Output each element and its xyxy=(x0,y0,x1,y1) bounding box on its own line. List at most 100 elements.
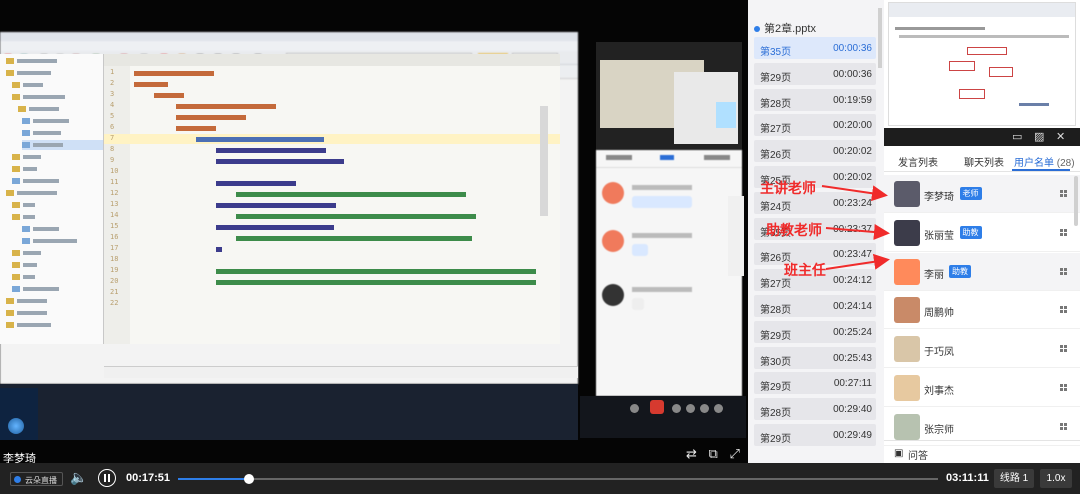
desktop-taskbar xyxy=(0,388,38,440)
avatar xyxy=(894,413,920,440)
user-list-scrollbar[interactable] xyxy=(1074,176,1078,226)
slide-time: 00:23:24 xyxy=(833,197,872,209)
ide-scrollbar xyxy=(540,106,548,216)
slide-item[interactable]: 第29页 00:25:24 xyxy=(754,320,876,343)
slide-item[interactable]: 第29页 00:00:36 xyxy=(754,62,876,85)
video-stream[interactable]: 1 2 3 4 5 6 7 8 9 10 11 12 13 14 15 16 1… xyxy=(0,0,748,463)
user-row[interactable]: 李丽 助教 xyxy=(884,252,1080,291)
speaker-name: 李梦琦 xyxy=(3,453,36,463)
user-row[interactable]: 于巧凤 xyxy=(884,330,1080,369)
pause-button[interactable] xyxy=(98,469,116,487)
slide-time: 00:29:49 xyxy=(833,430,872,441)
ide-code-editor: 1 2 3 4 5 6 7 8 9 10 11 12 13 14 15 16 1… xyxy=(104,54,560,344)
avatar xyxy=(894,375,920,401)
user-row[interactable]: 周鹏帅 xyxy=(884,291,1080,330)
embedded-side-handle xyxy=(728,196,744,276)
slide-time: 00:24:12 xyxy=(833,275,872,287)
route-button[interactable]: 线路 1 xyxy=(994,469,1034,488)
user-name: 李丽 xyxy=(924,269,944,281)
user-name: 李梦琦 xyxy=(924,192,954,203)
slide-time: 00:25:24 xyxy=(833,326,872,338)
user-name: 刘事杰 xyxy=(924,386,954,397)
qa-section[interactable]: ▣ 问答 xyxy=(884,440,1080,463)
user-row[interactable]: 刘事杰 xyxy=(884,369,1080,407)
live-badge[interactable]: 云朵直播 xyxy=(10,472,63,486)
slide-time: 00:23:37 xyxy=(833,223,872,235)
slide-page: 第26页 xyxy=(760,150,792,162)
embedded-screen xyxy=(596,42,742,150)
image-icon[interactable]: ▨ xyxy=(1034,130,1044,143)
desktop-background xyxy=(0,384,578,440)
ide-titlebar xyxy=(0,32,578,41)
qa-icon: ▣ xyxy=(894,448,904,459)
progress-track[interactable] xyxy=(178,474,938,484)
slide-page: 第27页 xyxy=(760,124,792,136)
slide-item[interactable]: 第28页 00:29:40 xyxy=(754,398,876,421)
ide-menubar xyxy=(0,41,578,51)
avatar xyxy=(894,258,920,285)
slide-item[interactable]: 第29页 00:27:11 xyxy=(754,372,876,395)
slide-item[interactable]: 第30页 00:25:43 xyxy=(754,346,876,369)
speed-button[interactable]: 1.0x xyxy=(1040,469,1072,488)
slide-time: 00:27:11 xyxy=(833,378,872,390)
user-row[interactable]: 李梦琦 老师 xyxy=(884,175,1080,213)
panel-tabs: 发言列表 聊天列表 用户名单 (28) xyxy=(884,146,1080,172)
tab-user-list-label: 用户名单 xyxy=(1014,158,1054,169)
slide-item[interactable]: 第35页 00:00:36 xyxy=(754,37,876,59)
ide-project-tree xyxy=(0,54,104,344)
fullscreen-icon[interactable]: ⤢ xyxy=(729,446,739,462)
volume-icon[interactable]: 🔈 xyxy=(70,469,87,486)
slide-page: 第29页 xyxy=(760,434,792,445)
slide-item[interactable]: 第29页 00:29:49 xyxy=(754,424,876,446)
user-count: (28) xyxy=(1056,158,1075,169)
close-icon[interactable]: ✕ xyxy=(1056,130,1065,143)
slide-time: 00:20:02 xyxy=(833,172,872,183)
progress-knob[interactable] xyxy=(243,474,254,484)
slide-page: 第29页 xyxy=(760,382,792,394)
slide-time: 00:20:02 xyxy=(833,146,872,158)
player-controls: 云朵直播 🔈 00:17:51 03:11:11 线路 1 1.0x xyxy=(0,463,1080,494)
avatar xyxy=(894,219,920,246)
qa-label: 问答 xyxy=(908,451,928,462)
popout-icon[interactable]: ⧉ xyxy=(709,446,718,462)
slide-list-scrollbar[interactable] xyxy=(878,8,882,68)
slide-time: 00:24:14 xyxy=(833,301,872,312)
right-panel: ▭ ▨ ✕ 发言列表 聊天列表 用户名单 (28) 李梦琦 老师 张丽莹 助教 李丽 助教… xyxy=(884,0,1080,463)
slide-file-header[interactable]: 第2章.pptx xyxy=(754,20,816,36)
slide-item[interactable]: 第27页 00:20:00 xyxy=(754,114,876,137)
slide-page: 第28页 xyxy=(760,408,792,420)
windows-icon xyxy=(1060,190,1067,197)
embedded-chat-window xyxy=(596,150,742,396)
tab-user-list[interactable]: 用户名单 (28) xyxy=(1014,154,1075,169)
slide-time: 00:19:59 xyxy=(833,94,872,106)
slide-time: 00:23:47 xyxy=(833,249,872,261)
slide-time: 00:25:43 xyxy=(833,352,872,364)
slide-item[interactable]: 第26页 00:20:02 xyxy=(754,140,876,163)
switch-layout-icon[interactable]: ⇄ xyxy=(686,446,697,462)
slide-item[interactable]: 第28页 00:24:14 xyxy=(754,295,876,317)
slide-page: 第28页 xyxy=(760,98,792,110)
tab-speech-list[interactable]: 发言列表 xyxy=(898,154,938,169)
windows-icon xyxy=(1060,228,1067,236)
slide-time: 00:20:00 xyxy=(833,120,872,132)
role-badge: 助教 xyxy=(949,264,971,278)
panel-toolbar: ▭ ▨ ✕ xyxy=(884,128,1080,146)
avatar xyxy=(894,181,920,207)
slide-page: 第30页 xyxy=(760,356,792,368)
windows-icon xyxy=(1060,306,1067,314)
current-slide-preview[interactable] xyxy=(888,2,1076,126)
slide-file-name: 第2章.pptx xyxy=(764,23,816,35)
user-row[interactable]: 张丽莹 助教 xyxy=(884,214,1080,252)
slide-page: 第28页 xyxy=(760,305,792,316)
live-dot-icon xyxy=(14,476,21,483)
active-tab-underline xyxy=(1012,169,1070,171)
windows-icon xyxy=(1060,345,1067,353)
window-icon[interactable]: ▭ xyxy=(1012,130,1022,143)
windows-icon xyxy=(1060,422,1067,430)
total-time: 03:11:11 xyxy=(946,472,989,484)
annotation-lead-teacher: 主讲老师 xyxy=(760,181,816,197)
tab-chat-list[interactable]: 聊天列表 xyxy=(964,154,1004,169)
slide-item[interactable]: 第28页 00:19:59 xyxy=(754,88,876,111)
annotation-class-advisor: 班主任 xyxy=(784,263,826,279)
slide-page: 第35页 xyxy=(760,47,792,58)
